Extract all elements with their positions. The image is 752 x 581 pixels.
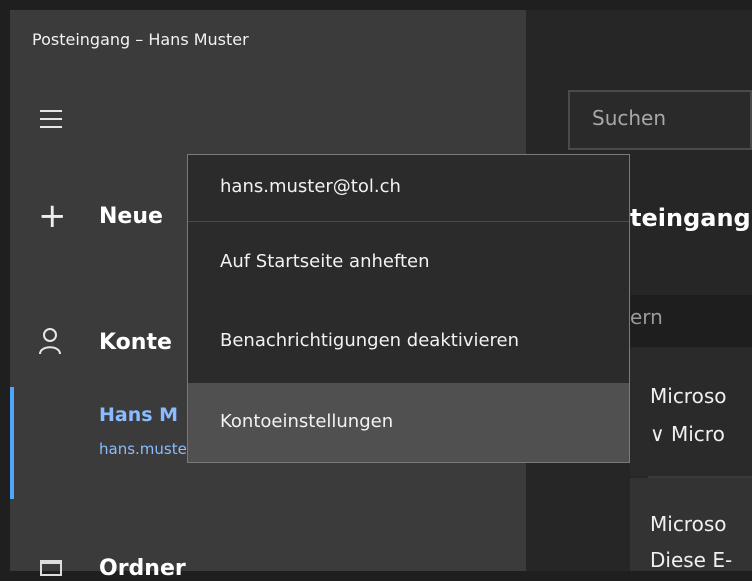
filter-button[interactable]: ern	[612, 295, 752, 347]
account-name[interactable]: Hans M	[99, 404, 178, 426]
menu-item-account-settings[interactable]: Kontoeinstellungen	[188, 383, 629, 462]
mail-sender: Microso	[650, 384, 727, 408]
accounts-button[interactable]: Konte	[71, 330, 172, 355]
folder-icon	[40, 560, 62, 576]
new-mail-label: Neue	[99, 204, 163, 229]
plus-icon: +	[38, 196, 67, 236]
mail-app-window: Posteingang – Hans Muster + Neue Konte H…	[0, 0, 752, 581]
search-input[interactable]: Suchen	[568, 90, 752, 150]
hamburger-menu-icon[interactable]	[40, 110, 62, 128]
menu-divider	[188, 221, 629, 222]
menu-item-disable-notifications[interactable]: Benachrichtigungen deaktivieren	[188, 330, 629, 351]
person-icon	[39, 328, 61, 355]
window-title: Posteingang – Hans Muster	[32, 30, 249, 49]
new-mail-button[interactable]: Neue	[71, 204, 163, 229]
accounts-label: Konte	[99, 330, 172, 355]
account-context-menu: hans.muster@tol.ch Auf Startseite anheft…	[187, 154, 630, 463]
selected-account-indicator	[10, 387, 14, 499]
menu-item-pin-to-start[interactable]: Auf Startseite anheften	[188, 251, 629, 272]
mail-item[interactable]	[630, 348, 752, 476]
menu-account-email: hans.muster@tol.ch	[220, 176, 401, 197]
mail-subject: ∨ Micro	[650, 422, 725, 446]
folders-label[interactable]: Ordner	[99, 556, 186, 581]
inbox-title: teingang	[630, 204, 751, 232]
mail-sender: Microso	[650, 512, 727, 536]
mail-subject: Diese E-	[650, 548, 733, 572]
